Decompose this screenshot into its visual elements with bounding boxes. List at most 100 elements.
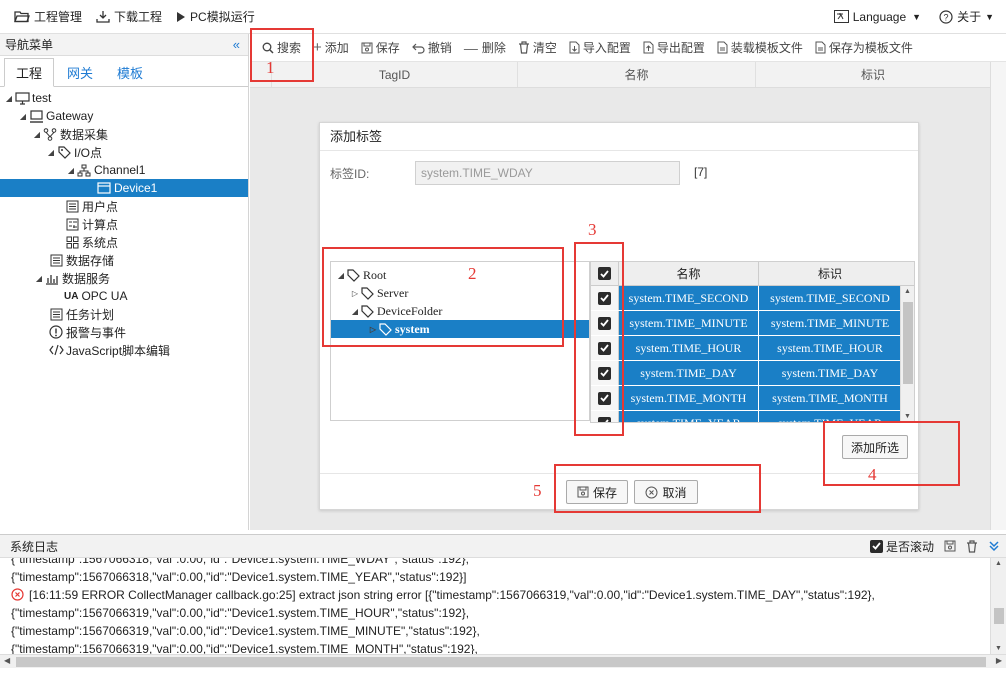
tag-list-scrollbar[interactable]: ▲ ▼ bbox=[900, 286, 914, 422]
log-horizontal-scrollbar[interactable]: ◀ ▶ bbox=[0, 654, 1006, 668]
double-chevron-down-icon[interactable] bbox=[988, 540, 1000, 552]
network-icon bbox=[77, 164, 91, 176]
code-icon bbox=[48, 344, 64, 356]
trash-icon[interactable] bbox=[966, 539, 978, 553]
import-config-button[interactable]: 导入配置 bbox=[569, 39, 631, 56]
log-line: {"timestamp":1567066319,"val":0.00,"id":… bbox=[11, 642, 478, 654]
export-config-button[interactable]: 导出配置 bbox=[643, 39, 705, 56]
language-dropdown[interactable]: Language ▼ bbox=[833, 10, 921, 24]
tagid-input[interactable] bbox=[415, 161, 680, 185]
row-identifier: system.TIME_MONTH bbox=[759, 386, 902, 410]
scroll-thumb[interactable] bbox=[994, 608, 1004, 624]
table-row[interactable]: system.TIME_MINUTE system.TIME_MINUTE bbox=[591, 311, 914, 336]
tree-node-alarm[interactable]: 报警与事件 bbox=[0, 323, 248, 341]
tree-node-task[interactable]: 任务计划 bbox=[0, 305, 248, 323]
clear-button[interactable]: 清空 bbox=[518, 39, 557, 56]
expanded-triangle-icon[interactable]: ◢ bbox=[4, 94, 14, 103]
tree-node-channel[interactable]: ◢ Channel1 bbox=[0, 161, 248, 179]
expanded-triangle-icon[interactable]: ◢ bbox=[34, 274, 44, 283]
tag-list-header: 名称 标识 bbox=[591, 262, 914, 286]
file-import-icon bbox=[569, 41, 580, 54]
export-config-label: 导出配置 bbox=[656, 41, 705, 55]
row-name: system.TIME_DAY bbox=[619, 361, 759, 385]
delete-label: 删除 bbox=[481, 41, 506, 55]
tree-label: I/O点 bbox=[74, 145, 103, 160]
expanded-triangle-icon[interactable]: ◢ bbox=[32, 130, 42, 139]
tree-node-test[interactable]: ◢ test bbox=[0, 89, 248, 107]
row-name: system.TIME_YEAR bbox=[619, 411, 759, 422]
log-vertical-scrollbar[interactable]: ▲ ▼ bbox=[990, 558, 1006, 654]
row-name: system.TIME_HOUR bbox=[619, 336, 759, 360]
scroll-right-arrow-icon[interactable]: ▶ bbox=[996, 656, 1002, 665]
tree-node-calc-points[interactable]: 计算点 bbox=[0, 215, 248, 233]
alert-circle-icon bbox=[49, 325, 63, 339]
device-icon bbox=[97, 182, 111, 194]
tree-node-gateway[interactable]: ◢ Gateway bbox=[0, 107, 248, 125]
system-log-header: 系统日志 是否滚动 bbox=[0, 534, 1006, 558]
scroll-up-arrow-icon[interactable]: ▲ bbox=[904, 288, 911, 295]
tab-project[interactable]: 工程 bbox=[4, 58, 55, 87]
scroll-thumb[interactable] bbox=[903, 302, 913, 384]
tag-list-header-name[interactable]: 名称 bbox=[619, 262, 759, 285]
menu-download[interactable]: 下载工程 bbox=[96, 8, 162, 25]
table-row[interactable]: system.TIME_MONTH system.TIME_MONTH bbox=[591, 386, 914, 411]
tag-list-header-identifier[interactable]: 标识 bbox=[759, 262, 901, 285]
scroll-down-arrow-icon[interactable]: ▼ bbox=[995, 645, 1002, 652]
tag-icon bbox=[57, 145, 71, 159]
tree-node-user-points[interactable]: 用户点 bbox=[0, 197, 248, 215]
expanded-triangle-icon[interactable]: ◢ bbox=[46, 148, 56, 157]
table-row[interactable]: system.TIME_HOUR system.TIME_HOUR bbox=[591, 336, 914, 361]
dialog-title: 添加标签 bbox=[320, 123, 918, 151]
tree-node-storage[interactable]: 数据存储 bbox=[0, 251, 248, 269]
menu-project-label: 工程管理 bbox=[34, 10, 83, 24]
tab-gateway[interactable]: 网关 bbox=[56, 59, 104, 86]
tree-node-javascript[interactable]: JavaScript脚本编辑 bbox=[0, 341, 248, 359]
tag-select-list: 名称 标识 system.TIME_SECOND system.TIME_SEC… bbox=[590, 261, 915, 423]
annotation-label-5: 5 bbox=[533, 481, 542, 500]
tree-node-opcua[interactable]: UA OPC UA bbox=[0, 287, 248, 305]
table-row[interactable]: system.TIME_DAY system.TIME_DAY bbox=[591, 361, 914, 386]
annotation-box-4 bbox=[823, 421, 960, 486]
tree-node-collect[interactable]: ◢ 数据采集 bbox=[0, 125, 248, 143]
save-icon[interactable] bbox=[944, 540, 956, 552]
scroll-thumb[interactable] bbox=[16, 657, 986, 667]
row-name: system.TIME_SECOND bbox=[619, 286, 759, 310]
scroll-up-arrow-icon[interactable]: ▲ bbox=[995, 560, 1002, 567]
grid-scrollbar[interactable] bbox=[990, 62, 1006, 530]
tree-label: Channel1 bbox=[94, 163, 146, 177]
expanded-triangle-icon[interactable]: ◢ bbox=[66, 166, 76, 175]
annotation-label-2: 2 bbox=[468, 264, 477, 283]
selected-count: [7] bbox=[694, 165, 708, 179]
undo-label: 撤销 bbox=[427, 41, 452, 55]
grid-header-identifier[interactable]: 标识 bbox=[756, 62, 990, 87]
tree-node-service[interactable]: ◢ 数据服务 bbox=[0, 269, 248, 287]
log-line: {"timestamp":1567066318,"val":0.00,"id":… bbox=[11, 570, 467, 584]
tree-node-io[interactable]: ◢ I/O点 bbox=[0, 143, 248, 161]
load-template-button[interactable]: 装载模板文件 bbox=[717, 39, 803, 56]
tagid-label: 标签ID: bbox=[330, 167, 370, 181]
chevron-down-icon: ▼ bbox=[985, 11, 994, 22]
autoscroll-toggle[interactable]: 是否滚动 bbox=[869, 538, 934, 555]
top-menu-bar: 工程管理 下载工程 PC模拟运行 Language ▼ ? 关于 ▼ bbox=[0, 0, 1006, 34]
checkbox-checked-icon[interactable] bbox=[869, 539, 883, 553]
tree-node-system-points[interactable]: 系统点 bbox=[0, 233, 248, 251]
delete-button[interactable]: — 删除 bbox=[464, 39, 506, 56]
opcua-logo-icon: UA bbox=[64, 290, 79, 302]
tab-template[interactable]: 模板 bbox=[106, 59, 154, 86]
save-template-button[interactable]: 保存为模板文件 bbox=[815, 39, 913, 56]
grid-header-name[interactable]: 名称 bbox=[518, 62, 756, 87]
undo-button[interactable]: 撤销 bbox=[411, 39, 452, 56]
tree-node-device[interactable]: Device1 bbox=[0, 179, 248, 197]
scroll-left-arrow-icon[interactable]: ◀ bbox=[4, 656, 10, 665]
autoscroll-label: 是否滚动 bbox=[885, 539, 934, 554]
menu-simulate[interactable]: PC模拟运行 bbox=[176, 8, 255, 25]
add-button[interactable]: + 添加 bbox=[313, 39, 349, 56]
about-dropdown[interactable]: ? 关于 ▼ bbox=[939, 8, 994, 25]
scroll-down-arrow-icon[interactable]: ▼ bbox=[904, 413, 911, 420]
save-button[interactable]: 保存 bbox=[361, 39, 400, 56]
expanded-triangle-icon[interactable]: ◢ bbox=[18, 112, 28, 121]
table-row[interactable]: system.TIME_SECOND system.TIME_SECOND bbox=[591, 286, 914, 311]
collapse-left-icon[interactable]: « bbox=[233, 37, 240, 52]
menu-project[interactable]: 工程管理 bbox=[14, 8, 82, 25]
add-label: 添加 bbox=[324, 41, 349, 55]
